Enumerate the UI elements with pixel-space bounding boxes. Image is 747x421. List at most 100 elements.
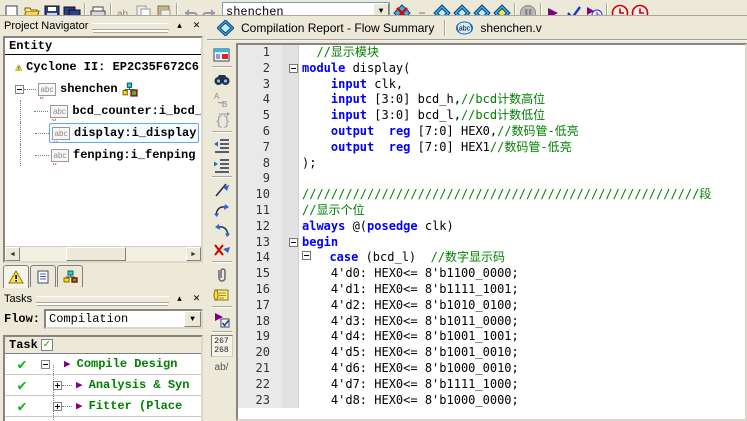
panel-grip[interactable] — [36, 296, 169, 303]
find-icon[interactable] — [211, 70, 233, 89]
increase-indent-icon[interactable] — [211, 135, 233, 154]
stop-processing-icon[interactable] — [392, 2, 412, 15]
fold-margin[interactable] — [282, 250, 299, 267]
task-row[interactable]: ✔▶Assembler (Gen — [5, 407, 201, 421]
scrollbar-thumb[interactable] — [66, 247, 127, 261]
fold-margin[interactable] — [282, 281, 299, 298]
fold-margin[interactable] — [282, 108, 299, 124]
code-line[interactable]: 12 always @(posedge clk) — [238, 218, 745, 235]
code-text[interactable]: 4'd2: HEX0<= 8'b1010_0100; — [299, 298, 745, 314]
scrollbar-track[interactable] — [20, 247, 186, 261]
code-line[interactable]: 1 //显示模块 — [238, 45, 745, 61]
code-line[interactable]: 20 4'd5: HEX0<= 8'b1001_0010; — [238, 345, 745, 361]
fold-margin[interactable] — [282, 218, 299, 235]
panel-grip[interactable] — [92, 23, 169, 30]
expander-icon[interactable] — [41, 359, 50, 369]
insert-template-icon[interactable] — [211, 285, 233, 304]
code-line[interactable]: 17 4'd2: HEX0<= 8'b1010_0100; — [238, 297, 745, 314]
copy-icon[interactable] — [134, 2, 154, 15]
fold-margin[interactable] — [282, 187, 299, 203]
fold-margin[interactable] — [282, 76, 299, 93]
sep2[interactable] — [412, 2, 432, 15]
compile-icon2[interactable] — [472, 2, 492, 15]
decrease-indent-icon[interactable] — [211, 155, 233, 174]
task-row[interactable]: ✔ ▶ Analysis & Syn — [5, 365, 201, 396]
scroll-right-icon[interactable]: ► — [186, 247, 201, 261]
code-text[interactable]: //显示个位 — [299, 203, 745, 219]
assembler-icon[interactable] — [492, 2, 512, 15]
task-checkbox-icon[interactable]: ✓ — [40, 339, 53, 351]
redo-icon[interactable] — [200, 2, 220, 15]
fold-margin[interactable] — [282, 60, 299, 77]
insert-file-icon[interactable] — [211, 265, 233, 284]
task-column-header[interactable]: Task ✓ — [5, 337, 201, 354]
replace-icon[interactable]: AB — [211, 90, 233, 109]
compile-icon[interactable] — [452, 2, 472, 15]
start-analysis-icon[interactable] — [544, 2, 564, 15]
rtl-viewer-icon[interactable] — [432, 2, 452, 15]
match-brace-icon[interactable]: {} — [211, 110, 233, 129]
code-text[interactable]: always @(posedge clk) — [299, 219, 745, 235]
clock2-icon[interactable] — [630, 2, 650, 15]
code-line[interactable]: 4 input [3:0] bcd_h,//bcd计数高位 — [238, 92, 745, 109]
code-text[interactable]: input [3:0] bcd_h,//bcd计数高位 — [299, 92, 745, 108]
comment-tool-icon[interactable]: ab/ — [215, 362, 229, 373]
combobox-dropdown-icon[interactable]: ▼ — [184, 311, 201, 327]
previous-bookmark-icon[interactable] — [211, 220, 233, 239]
fold-margin[interactable] — [282, 171, 299, 188]
code-text[interactable]: 4'd4: HEX0<= 8'b1001_1001; — [299, 329, 745, 345]
code-line[interactable]: 22 4'd7: HEX0<= 8'b1111_1000; — [238, 376, 745, 393]
code-line[interactable]: 19 4'd4: HEX0<= 8'b1001_1001; — [238, 329, 745, 346]
tree-item-bcd_counter[interactable]: abcbcd_counter:i_bcd_ — [5, 100, 201, 122]
fold-margin[interactable] — [282, 329, 299, 346]
scroll-left-icon[interactable]: ◄ — [5, 247, 20, 261]
code-line[interactable]: 9 — [238, 171, 745, 188]
code-line[interactable]: 6 output reg [7:0] HEX0,//数码管-低亮 — [238, 123, 745, 140]
code-line[interactable]: 18 4'd3: HEX0<= 8'b1011_0000; — [238, 313, 745, 330]
analyze-file-icon[interactable] — [211, 310, 233, 329]
code-editor[interactable]: 1 //显示模块 2 module display(3 input clk, 4 in… — [236, 43, 747, 421]
fold-margin[interactable] — [282, 313, 299, 330]
tab-compilation-report[interactable]: Compilation Report - Flow Summary — [217, 17, 434, 39]
code-text[interactable]: 4'd8: HEX0<= 8'b1000_0000; — [299, 393, 745, 409]
code-text[interactable]: ); — [299, 156, 745, 172]
code-line[interactable]: 13 begin — [238, 234, 745, 251]
code-text[interactable]: input [3:0] bcd_l,//bcd计数低位 — [299, 108, 745, 124]
code-surface[interactable]: 1 //显示模块 2 module display(3 input clk, 4 in… — [238, 45, 745, 419]
code-line[interactable]: 21 4'd6: HEX0<= 8'b1000_0010; — [238, 360, 745, 377]
find-text-icon[interactable]: ab — [114, 2, 134, 15]
expander-icon[interactable] — [53, 380, 62, 390]
fold-margin[interactable] — [282, 45, 299, 61]
fold-margin[interactable] — [282, 266, 299, 282]
tree-item-shenchen[interactable]: abc shenchen — [5, 78, 201, 100]
close-panel-button[interactable]: ✕ — [190, 293, 203, 305]
fold-margin[interactable] — [282, 155, 299, 172]
fold-margin[interactable] — [282, 92, 299, 109]
code-text[interactable]: module display( — [299, 61, 745, 77]
code-text[interactable]: 4'd3: HEX0<= 8'b1011_0000; — [299, 314, 745, 330]
code-text[interactable]: begin — [299, 235, 745, 251]
code-text[interactable]: 4'd7: HEX0<= 8'b1111_1000; — [299, 377, 745, 393]
code-text[interactable]: //显示模块 — [299, 45, 745, 61]
clear-bookmarks-icon[interactable] — [211, 240, 233, 259]
fold-minus-icon[interactable] — [289, 237, 298, 247]
code-text[interactable]: 4'd5: HEX0<= 8'b1001_0010; — [299, 345, 745, 361]
flow-combobox[interactable]: Compilation ▼ — [44, 309, 203, 329]
save-icon[interactable] — [42, 2, 62, 15]
code-line[interactable]: 14 case (bcd_l) //数字显示码 — [238, 250, 745, 267]
code-line[interactable]: 15 4'd0: HEX0<= 8'b1100_0000; — [238, 266, 745, 282]
entity-column-header[interactable]: Entity — [5, 38, 201, 55]
code-text[interactable]: ////////////////////////////////////////… — [299, 187, 745, 203]
code-text[interactable]: case (bcd_l) //数字显示码 — [299, 250, 745, 266]
combobox-dropdown-icon[interactable]: ▼ — [373, 3, 389, 15]
fold-margin[interactable] — [282, 234, 299, 251]
expander-icon[interactable] — [15, 84, 24, 94]
code-line[interactable]: 16 4'd1: HEX0<= 8'b1111_1001; — [238, 281, 745, 298]
code-text[interactable]: 4'd6: HEX0<= 8'b1000_0010; — [299, 361, 745, 377]
new-file-icon[interactable] — [2, 2, 22, 15]
code-line[interactable]: 2 module display( — [238, 60, 745, 77]
assignment-check-icon[interactable] — [564, 2, 584, 15]
fold-margin[interactable] — [282, 345, 299, 361]
run-task-icon[interactable]: ▶ — [76, 378, 83, 392]
code-text[interactable]: 4'd0: HEX0<= 8'b1100_0000; — [299, 266, 745, 282]
